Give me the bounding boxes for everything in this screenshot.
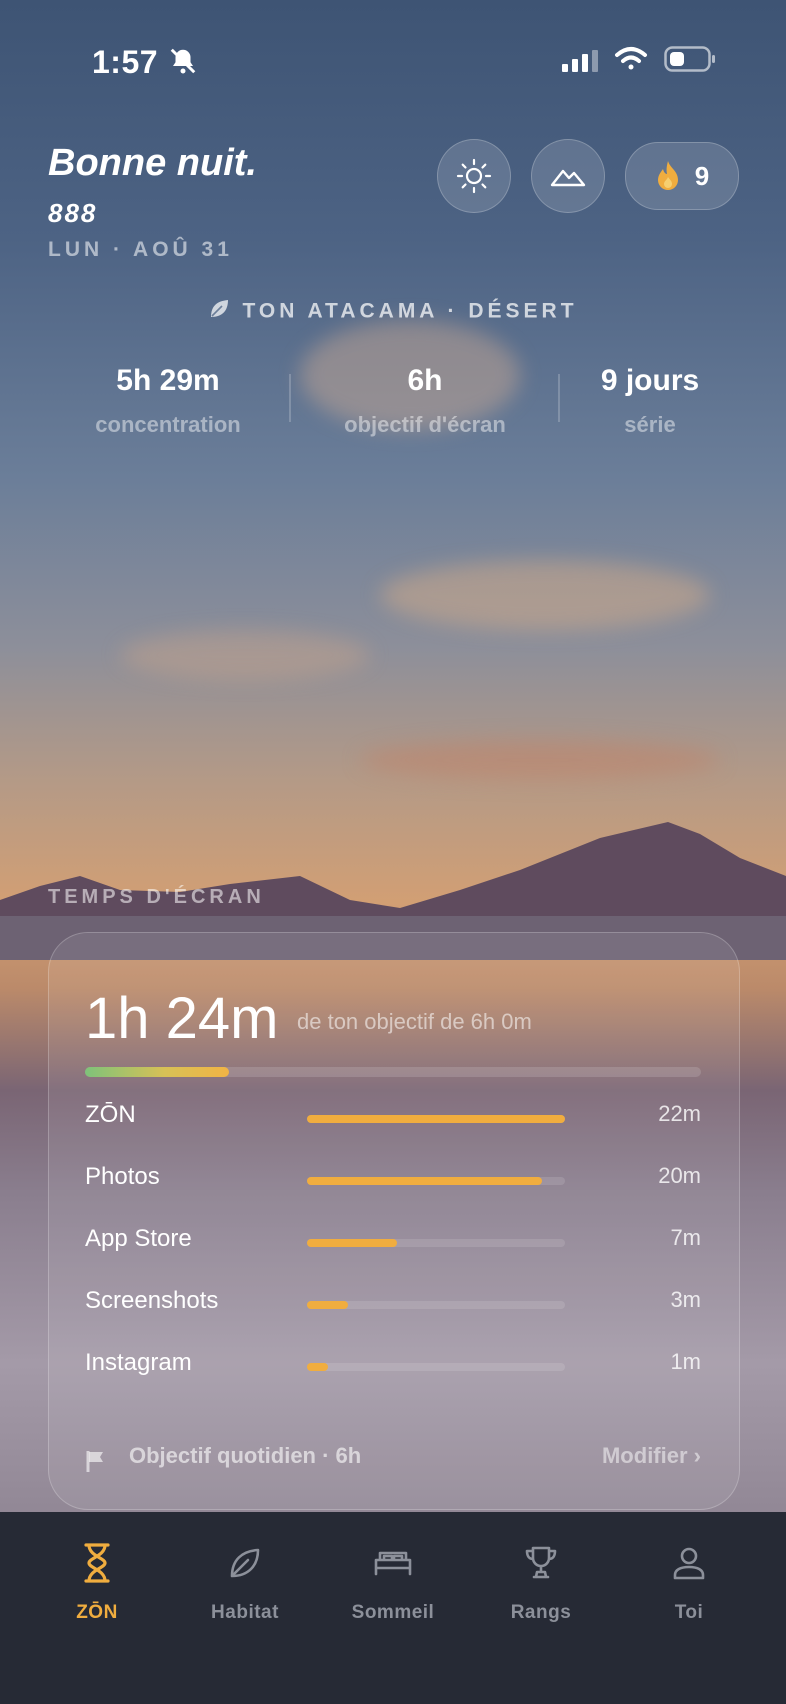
tab-rangs[interactable]: Rangs	[481, 1538, 601, 1624]
app-row: Screenshots 3m	[85, 1285, 701, 1321]
app-name: ZŌN	[85, 1101, 136, 1128]
tab-bar: ZŌN Habitat Sommeil Rangs Toi	[0, 1512, 786, 1704]
tab-label: ZŌN	[76, 1602, 118, 1623]
app-duration: 20m	[658, 1163, 701, 1188]
flag-icon	[85, 1449, 107, 1478]
trophy-icon	[481, 1538, 601, 1588]
stats-row: 5h 29m concentration 6h objectif d'écran…	[0, 364, 786, 444]
screen-time-title: TEMPS D'ÉCRAN	[48, 886, 265, 908]
app-usage-fill	[307, 1363, 328, 1371]
stat-value: 6h	[407, 364, 443, 397]
daily-goal-label: Objectif quotidien · 6h	[129, 1443, 362, 1468]
habitat-button[interactable]	[531, 139, 605, 213]
edit-goal-button[interactable]: Modifier ›	[602, 1443, 701, 1469]
sun-icon	[456, 158, 492, 194]
hourglass-icon	[37, 1538, 157, 1588]
tab-sommeil[interactable]: Sommeil	[333, 1538, 453, 1624]
stat-concentration: 5h 29m concentration	[68, 364, 268, 438]
mountain-icon	[550, 169, 586, 187]
stat-label: objectif d'écran	[344, 412, 506, 437]
flame-icon	[657, 161, 678, 190]
app-row: ZŌN 22m	[85, 1099, 701, 1135]
background-cloud	[380, 560, 710, 630]
app-usage-fill	[307, 1115, 565, 1123]
battery-icon	[664, 46, 716, 77]
bed-icon	[333, 1538, 453, 1588]
stat-screen-goal: 6h objectif d'écran	[305, 364, 545, 438]
app-row: App Store 7m	[85, 1223, 701, 1259]
habitat-location: TON ATACAMA · DÉSERT	[0, 298, 786, 326]
stat-label: série	[624, 412, 676, 437]
app-duration: 1m	[670, 1349, 701, 1374]
leaf-icon	[185, 1538, 305, 1588]
screen-time-total: 1h 24m	[85, 986, 279, 1051]
screen: 1:57 Bonne nuit. 888 LUN · AOÛ 31 9 TON …	[0, 0, 786, 1704]
stat-value: 5h 29m	[116, 364, 220, 397]
app-name: Instagram	[85, 1349, 192, 1376]
leaf-icon	[208, 298, 230, 326]
bell-slash-icon	[168, 46, 198, 81]
chevron-right-icon: ›	[693, 1443, 701, 1468]
date-label: LUN · AOÛ 31	[48, 238, 233, 261]
app-name: Screenshots	[85, 1287, 219, 1314]
stat-divider	[289, 374, 291, 422]
stat-label: concentration	[95, 412, 241, 437]
tab-toi[interactable]: Toi	[629, 1538, 749, 1624]
screen-time-goal-text: de ton objectif de 6h 0m	[297, 1009, 532, 1034]
tab-habitat[interactable]: Habitat	[185, 1538, 305, 1624]
tab-label: Habitat	[211, 1602, 279, 1623]
app-duration: 7m	[670, 1225, 701, 1250]
status-time: 1:57	[92, 44, 159, 80]
greeting-subtitle: 888	[48, 198, 98, 228]
screen-time-progress-fill	[85, 1067, 229, 1077]
app-usage-fill	[307, 1239, 398, 1247]
stat-streak: 9 jours série	[572, 364, 728, 438]
app-usage-track	[307, 1177, 565, 1185]
status-bar: 1:57	[0, 38, 786, 86]
streak-count: 9	[694, 160, 710, 191]
app-usage-track	[307, 1115, 565, 1123]
tab-label: Toi	[674, 1602, 704, 1623]
app-usage-track	[307, 1363, 565, 1371]
app-usage-fill	[307, 1301, 349, 1309]
screen-time-progress-track	[85, 1067, 701, 1077]
location-label: TON ATACAMA · DÉSERT	[242, 299, 578, 323]
app-row: Photos 20m	[85, 1161, 701, 1197]
tab-label: Rangs	[510, 1602, 572, 1623]
app-name: Photos	[85, 1163, 160, 1190]
tab-label: Sommeil	[351, 1602, 435, 1623]
tab-zon[interactable]: ZŌN	[37, 1538, 157, 1624]
app-row: Instagram 1m	[85, 1347, 701, 1383]
app-usage-track	[307, 1301, 565, 1309]
app-usage-fill	[307, 1177, 542, 1185]
app-duration: 22m	[658, 1101, 701, 1126]
app-usage-track	[307, 1239, 565, 1247]
screen-time-card: 1h 24m de ton objectif de 6h 0m ZŌN 22m …	[48, 932, 740, 1510]
brightness-button[interactable]	[437, 139, 511, 213]
stat-value: 9 jours	[600, 364, 700, 397]
person-icon	[629, 1538, 749, 1588]
edit-goal-label: Modifier	[601, 1443, 688, 1468]
greeting-title: Bonne nuit.	[48, 142, 257, 184]
wifi-icon	[614, 46, 648, 77]
app-duration: 3m	[670, 1287, 701, 1312]
stat-divider	[558, 374, 560, 422]
app-name: App Store	[85, 1225, 192, 1252]
cellular-signal-icon	[562, 50, 598, 77]
background-cloud	[360, 740, 720, 780]
daily-goal-row[interactable]: Objectif quotidien · 6h Modifier ›	[85, 1443, 701, 1479]
background-cloud	[120, 630, 370, 680]
streak-button[interactable]: 9	[625, 142, 739, 210]
